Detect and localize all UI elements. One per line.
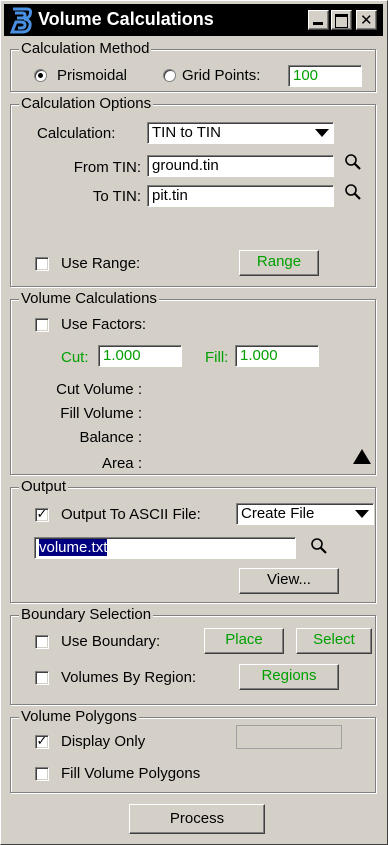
boundary-selection-legend: Boundary Selection <box>19 606 154 623</box>
volumes-by-region-label: Volumes By Region: <box>61 669 197 686</box>
output-file-value: volume.txt <box>39 539 108 556</box>
select-button[interactable]: Select <box>296 628 372 654</box>
display-only-label: Display Only <box>61 733 146 750</box>
prismoidal-label: Prismoidal <box>57 67 128 84</box>
output-file-input[interactable]: volume.txt <box>34 537 296 559</box>
use-factors-label: Use Factors: <box>61 316 147 333</box>
regions-button[interactable]: Regions <box>239 664 339 690</box>
range-button[interactable]: Range <box>239 250 319 276</box>
chevron-down-icon <box>355 510 369 518</box>
fill-volume-label: Fill Volume : <box>60 405 142 422</box>
output-mode-value: Create File <box>241 505 315 522</box>
calculation-method-legend: Calculation Method <box>19 40 152 57</box>
grid-points-input[interactable]: 100 <box>288 65 362 87</box>
calculation-select-value: TIN to TIN <box>152 124 221 141</box>
prismoidal-radio[interactable] <box>34 69 47 82</box>
output-file-search-icon[interactable] <box>310 537 328 555</box>
volume-polygons-legend: Volume Polygons <box>19 708 139 725</box>
output-ascii-label: Output To ASCII File: <box>61 506 201 523</box>
volume-calculations-legend: Volume Calculations <box>19 290 159 307</box>
fill-volume-polygons-checkbox[interactable] <box>35 767 49 781</box>
grid-points-radio[interactable] <box>163 69 176 82</box>
cut-factor-label: Cut: <box>61 349 89 366</box>
close-icon: ✕ <box>360 11 373 29</box>
use-factors-checkbox[interactable] <box>35 318 49 332</box>
place-button[interactable]: Place <box>204 628 284 654</box>
title-bar[interactable]: Volume Calculations ✕ <box>4 4 383 36</box>
fill-factor-input[interactable]: 1.000 <box>235 345 319 367</box>
output-ascii-checkbox[interactable]: ✓ <box>35 508 49 522</box>
calculation-label: Calculation: <box>37 125 116 142</box>
to-tin-label: To TIN: <box>92 188 141 205</box>
calculation-options-legend: Calculation Options <box>19 95 154 112</box>
use-range-checkbox[interactable] <box>35 257 49 271</box>
calculation-select[interactable]: TIN to TIN <box>147 122 334 144</box>
volumes-by-region-checkbox[interactable] <box>35 671 49 685</box>
boundary-selection-group: Boundary Selection <box>10 607 376 705</box>
expand-up-icon[interactable] <box>353 449 371 464</box>
cut-volume-label: Cut Volume : <box>56 381 142 398</box>
from-tin-label: From TIN: <box>73 159 141 176</box>
display-only-checkbox[interactable]: ✓ <box>35 735 49 749</box>
use-boundary-label: Use Boundary: <box>61 633 161 650</box>
close-button[interactable]: ✕ <box>356 10 377 30</box>
volume-calculations-window: Volume Calculations ✕ Calculation Method… <box>0 0 388 845</box>
to-tin-search-icon[interactable] <box>344 183 362 201</box>
view-button[interactable]: View... <box>239 568 339 594</box>
area-label: Area : <box>101 455 142 472</box>
app-icon <box>10 7 33 34</box>
maximize-button[interactable] <box>331 10 352 30</box>
fill-factor-label: Fill: <box>205 349 229 366</box>
fill-volume-polygons-label: Fill Volume Polygons <box>61 765 201 782</box>
from-tin-input[interactable]: ground.tin <box>147 155 334 177</box>
cut-factor-input[interactable]: 1.000 <box>98 345 182 367</box>
chevron-down-icon <box>315 129 329 137</box>
minimize-button[interactable] <box>308 10 329 30</box>
process-button[interactable]: Process <box>129 804 265 834</box>
use-range-label: Use Range: <box>61 255 141 272</box>
output-legend: Output <box>19 478 69 495</box>
grid-points-label: Grid Points: <box>182 67 261 84</box>
polygon-symbology-field[interactable] <box>236 725 342 749</box>
window-title: Volume Calculations <box>38 9 214 29</box>
balance-label: Balance : <box>79 429 142 446</box>
from-tin-search-icon[interactable] <box>344 153 362 171</box>
to-tin-input[interactable]: pit.tin <box>147 185 334 207</box>
use-boundary-checkbox[interactable] <box>35 635 49 649</box>
output-mode-select[interactable]: Create File <box>236 503 374 525</box>
